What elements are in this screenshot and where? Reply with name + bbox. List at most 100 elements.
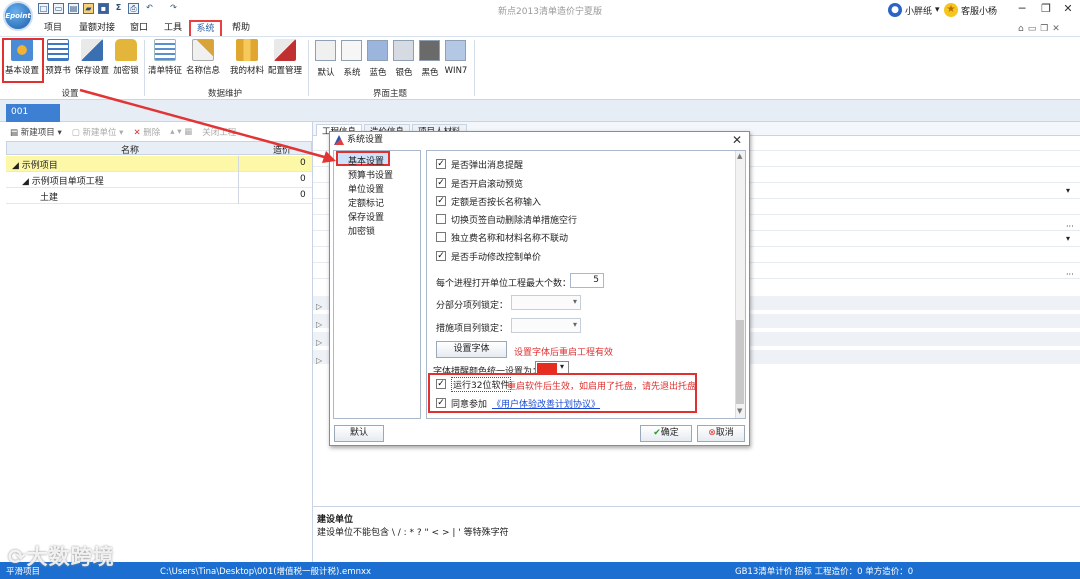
more-icon[interactable]: ··· <box>1066 270 1074 279</box>
config-icon <box>274 39 296 61</box>
save-settings-button[interactable]: 保存设置 <box>74 39 110 81</box>
nav-save-settings[interactable]: 保存设置 <box>348 210 384 223</box>
option-auto-delete-rows[interactable]: 切换页签自动删除清单措施空行 <box>436 212 577 226</box>
scroll-down-icon[interactable]: ▼ <box>737 407 742 415</box>
description-heading: 建设单位 <box>317 515 354 525</box>
new-unit-button[interactable]: ▢ 新建单位 ▾ <box>72 126 124 138</box>
budget-book-button[interactable]: 预算书 <box>40 39 76 81</box>
checkbox[interactable]: ✓ <box>436 398 446 408</box>
menu-project[interactable]: 项目 <box>38 22 68 36</box>
cancel-button[interactable]: ⊗取消 <box>697 425 745 442</box>
my-materials-button[interactable]: 我的材料 <box>229 39 265 81</box>
undo-icon[interactable]: ↶ <box>144 3 155 14</box>
nav-lock[interactable]: 加密锁 <box>348 224 375 237</box>
theme-win7-swatch[interactable] <box>445 40 466 61</box>
new-icon[interactable]: □ <box>38 3 49 14</box>
dropdown-arrow-icon[interactable]: ▾ <box>1066 186 1070 195</box>
move-arrows-icon[interactable]: ▴ ▾ ▦ <box>170 127 192 137</box>
fenbu-lock-select[interactable] <box>511 295 581 310</box>
budget-book-label: 预算书 <box>45 66 71 76</box>
cuoshi-lock-select[interactable] <box>511 318 581 333</box>
user-menu[interactable]: ● 小胖纸 ▾ <box>888 3 940 17</box>
new-project-button[interactable]: ▤ 新建项目 ▾ <box>10 126 62 138</box>
option-unlink-names[interactable]: 独立费名称和材料名称不联动 <box>436 230 568 244</box>
default-button[interactable]: 默认 <box>334 425 384 442</box>
user-name: 小胖纸 <box>905 6 933 17</box>
name-info-button[interactable]: 名称信息 <box>185 39 221 81</box>
col-name-header: 名称 <box>120 146 139 156</box>
restore-icon[interactable]: ❐ <box>1036 2 1056 15</box>
close-icon[interactable]: ✕ <box>732 133 742 147</box>
list-feature-button[interactable]: 清单特征 <box>147 39 183 81</box>
checkbox[interactable]: ✓ <box>436 178 446 188</box>
document-tab[interactable]: 001 <box>6 104 60 122</box>
option-message-alert[interactable]: ✓ 是否弹出消息提醒 <box>436 157 523 171</box>
dropdown-arrow-icon: ▾ <box>935 5 940 15</box>
scroll-up-icon[interactable]: ▲ <box>737 152 742 160</box>
max-open-input[interactable]: 5 <box>570 273 604 288</box>
checkbox[interactable] <box>436 214 446 224</box>
dropdown-arrow-icon[interactable]: ▾ <box>1066 234 1070 243</box>
name-info-label: 名称信息 <box>185 66 220 76</box>
close-window-icon[interactable]: ✕ <box>1058 2 1078 15</box>
checkbox[interactable]: ✓ <box>436 379 446 389</box>
checkbox[interactable]: ✓ <box>436 196 446 206</box>
scrollbar-thumb[interactable] <box>736 320 744 404</box>
folder-icon[interactable]: ▤ <box>68 3 79 14</box>
option-scroll-preview[interactable]: ✓ 是否开启滚动预览 <box>436 176 523 190</box>
redo-icon[interactable]: ↷ <box>168 3 179 14</box>
customer-service[interactable]: ★ 客服小杨 <box>944 3 997 17</box>
config-button[interactable]: 配置管理 <box>267 39 303 81</box>
group-maintain-label: 数据维护 <box>207 89 242 99</box>
menu-window[interactable]: 窗口 <box>124 22 154 36</box>
lock-button[interactable]: 加密锁 <box>108 39 144 81</box>
checkbox[interactable]: ✓ <box>436 251 446 261</box>
ribbon-controls-icon[interactable]: ⌂▭❐✕ <box>1018 24 1064 34</box>
menu-quantity[interactable]: 量额对接 <box>74 22 120 36</box>
delete-button[interactable]: ✕ 删除 <box>133 126 160 138</box>
ribbon-divider <box>308 40 309 96</box>
nav-budget-settings[interactable]: 预算书设置 <box>348 168 393 181</box>
theme-silver-swatch[interactable] <box>393 40 414 61</box>
checkbox[interactable]: ✓ <box>436 159 446 169</box>
theme-blue-swatch[interactable] <box>367 40 388 61</box>
status-right: GB13清单计价 招标 工程造价：0 单方造价：0 <box>735 567 914 577</box>
save-icon[interactable]: ▪ <box>98 3 109 14</box>
option-label: 定额是否按长名称输入 <box>451 197 542 208</box>
lock-icon <box>115 39 137 61</box>
print-icon[interactable]: ⎙ <box>128 3 139 14</box>
option-run-32bit[interactable]: ✓ 运行32位软件 <box>436 376 512 392</box>
cancel-label: 取消 <box>715 428 734 438</box>
tree-item-label: ◢ 示例项目 <box>12 161 58 171</box>
row-value: 0 <box>300 158 306 168</box>
sum-icon[interactable]: Σ <box>113 3 124 14</box>
tree-item-label: ◢ 示例项目单项工程 <box>22 177 104 187</box>
minimize-icon[interactable]: ─ <box>1012 2 1032 15</box>
open-folder-icon[interactable]: ▰ <box>83 3 94 14</box>
nav-quota-marks[interactable]: 定额标记 <box>348 196 384 209</box>
app-logo[interactable]: Epoint <box>3 1 33 31</box>
menu-help[interactable]: 帮助 <box>226 22 256 36</box>
menu-system[interactable]: 系统 <box>189 20 222 37</box>
ok-label: 确定 <box>660 428 679 438</box>
font-note: 设置字体后重启工程有效 <box>514 348 614 358</box>
theme-system-swatch[interactable] <box>341 40 362 61</box>
highlight-basic-settings <box>2 38 44 83</box>
theme-default-swatch[interactable] <box>315 40 336 61</box>
option-agree[interactable]: ✓ 同意参加 《用户体验改善计划协议》 <box>436 396 600 410</box>
option-manual-price[interactable]: ✓ 是否手动修改控制单价 <box>436 249 541 263</box>
menu-tools[interactable]: 工具 <box>158 22 188 36</box>
open-icon[interactable]: ▭ <box>53 3 64 14</box>
option-label: 是否开启滚动预览 <box>451 179 524 190</box>
nav-basic-settings[interactable]: 基本设置 <box>348 154 384 167</box>
checkbox[interactable] <box>436 232 446 242</box>
expand-icons[interactable]: ▷ ▷ ▷ ▷ <box>316 298 322 370</box>
ok-button[interactable]: ✔确定 <box>640 425 692 442</box>
close-project-button[interactable]: 关闭工程 <box>202 126 236 138</box>
more-icon[interactable]: ··· <box>1066 222 1074 231</box>
nav-unit-settings[interactable]: 单位设置 <box>348 182 384 195</box>
agreement-link[interactable]: 《用户体验改善计划协议》 <box>492 397 600 410</box>
theme-black-swatch[interactable] <box>419 40 440 61</box>
set-font-button[interactable]: 设置字体 <box>436 341 507 358</box>
option-long-name[interactable]: ✓ 定额是否按长名称输入 <box>436 194 541 208</box>
